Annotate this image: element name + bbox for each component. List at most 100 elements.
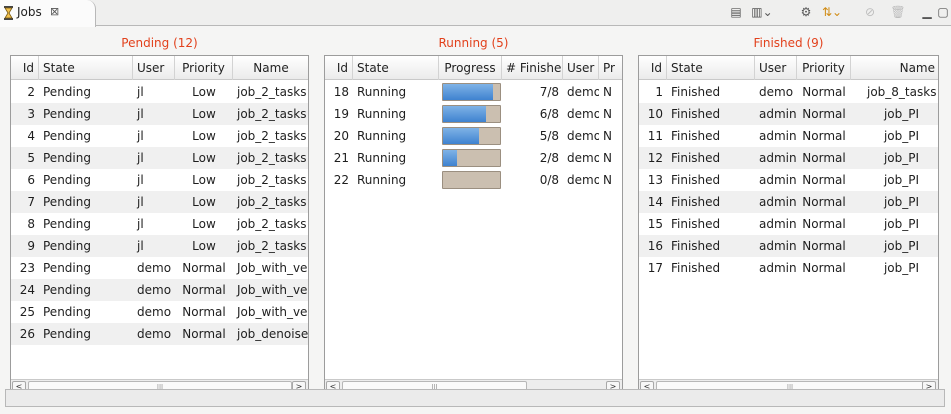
- column-header-id[interactable]: Id: [11, 56, 39, 80]
- cell-state: Pending: [43, 305, 91, 319]
- table-row[interactable]: 19 Running 6/8 demo N: [325, 103, 622, 125]
- table-row[interactable]: 5 Pending jl Low job_2_tasks: [11, 147, 308, 169]
- table-row[interactable]: 8 Pending jl Low job_2_tasks: [11, 213, 308, 235]
- cell-id: 8: [27, 217, 35, 231]
- running-title: Running (5): [438, 36, 509, 50]
- column-header-user[interactable]: User: [563, 56, 599, 80]
- cell-id: 23: [19, 261, 35, 275]
- view-options-icon[interactable]: ▤: [727, 3, 745, 21]
- table-row[interactable]: 16 Finished admin Normal job_PI: [639, 235, 938, 257]
- cell-user: admin: [759, 195, 797, 209]
- tab-title: Jobs: [17, 5, 42, 19]
- column-header-name[interactable]: Name: [233, 56, 308, 80]
- table-row[interactable]: 25 Pending demo Normal Job_with_veri: [11, 301, 308, 323]
- table-row[interactable]: 3 Pending jl Low job_2_tasks: [11, 103, 308, 125]
- kill-job-icon[interactable]: ⊘: [861, 3, 879, 21]
- cell-name: job_2_tasks: [237, 129, 307, 143]
- cell-name: job_PI: [883, 151, 920, 165]
- cell-state: Running: [357, 85, 407, 99]
- column-header-id[interactable]: Id: [325, 56, 353, 80]
- cell-name: job_PI: [883, 195, 920, 209]
- column-header-user[interactable]: User: [755, 56, 797, 80]
- cell-name: job_PI: [883, 129, 920, 143]
- table-row[interactable]: 10 Finished admin Normal job_PI: [639, 103, 938, 125]
- column-header-state[interactable]: State: [353, 56, 439, 80]
- table-row[interactable]: 15 Finished admin Normal job_PI: [639, 213, 938, 235]
- table-row[interactable]: 11 Finished admin Normal job_PI: [639, 125, 938, 147]
- delete-icon[interactable]: 🗑: [889, 3, 907, 21]
- cell-state: Pending: [43, 173, 91, 187]
- cell-pr: N: [603, 151, 612, 165]
- cell-priority: Low: [192, 173, 216, 187]
- cell-user: demo: [567, 107, 599, 121]
- close-tab-icon[interactable]: ⊠: [50, 5, 59, 18]
- table-row[interactable]: 9 Pending jl Low job_2_tasks: [11, 235, 308, 257]
- table-row[interactable]: 22 Running 0/8 demo N: [325, 169, 622, 191]
- running-jobs-table[interactable]: Id State Progress # Finishe User Pr 18 Running 7…: [324, 55, 623, 394]
- layout-menu-icon[interactable]: ▥⌄: [751, 3, 772, 21]
- cell-state: Pending: [43, 327, 91, 341]
- cell-finished: 6/8: [539, 107, 559, 121]
- column-header-name[interactable]: Name: [851, 56, 938, 80]
- pending-jobs-table[interactable]: Id State User Priority Name 2 Pending jl Low job_…: [10, 55, 309, 394]
- cell-id: 11: [647, 129, 663, 143]
- table-row[interactable]: 24 Pending demo Normal Job_with_veri: [11, 279, 308, 301]
- table-row[interactable]: 21 Running 2/8 demo N: [325, 147, 622, 169]
- table-row[interactable]: 1 Finished demo Normal job_8_tasks: [639, 81, 938, 103]
- scheduler-icon[interactable]: ⚙: [797, 3, 815, 21]
- priority-icon[interactable]: ⇅⌄: [822, 3, 842, 21]
- cell-user: demo: [567, 151, 599, 165]
- cell-state: Finished: [671, 239, 721, 253]
- table-row[interactable]: 20 Running 5/8 demo N: [325, 125, 622, 147]
- table-row[interactable]: 17 Finished admin Normal job_PI: [639, 257, 938, 279]
- table-row[interactable]: 13 Finished admin Normal job_PI: [639, 169, 938, 191]
- column-header-pr[interactable]: Pr: [599, 56, 622, 80]
- column-header-state[interactable]: State: [667, 56, 755, 80]
- cell-state: Pending: [43, 261, 91, 275]
- table-row[interactable]: 14 Finished admin Normal job_PI: [639, 191, 938, 213]
- cell-name: job_denoise: [237, 327, 309, 341]
- progress-bar: [442, 127, 501, 145]
- cell-pr: N: [603, 107, 612, 121]
- table-row[interactable]: 7 Pending jl Low job_2_tasks: [11, 191, 308, 213]
- cell-name: job_PI: [883, 239, 920, 253]
- column-header-finished[interactable]: # Finishe: [502, 56, 563, 80]
- table-row[interactable]: 23 Pending demo Normal Job_with_veri: [11, 257, 308, 279]
- cell-id: 1: [655, 85, 663, 99]
- column-header-id[interactable]: Id: [639, 56, 667, 80]
- running-panel: Running (5) Id State Progress # Finishe User…: [324, 30, 623, 394]
- cell-user: demo: [759, 85, 794, 99]
- cell-name: job_2_tasks: [237, 151, 307, 165]
- cell-id: 13: [647, 173, 663, 187]
- cell-name: job_PI: [883, 261, 920, 275]
- table-row[interactable]: 12 Finished admin Normal job_PI: [639, 147, 938, 169]
- table-row[interactable]: 6 Pending jl Low job_2_tasks: [11, 169, 308, 191]
- table-row[interactable]: 2 Pending jl Low job_2_tasks: [11, 81, 308, 103]
- cell-state: Finished: [671, 195, 721, 209]
- cell-priority: Normal: [182, 305, 226, 319]
- jobs-tab[interactable]: Jobs ⊠: [0, 0, 96, 27]
- cell-id: 21: [333, 151, 349, 165]
- cell-name: job_2_tasks: [237, 239, 307, 253]
- cell-state: Finished: [671, 107, 721, 121]
- cell-id: 18: [333, 85, 349, 99]
- cell-user: demo: [137, 305, 172, 319]
- cell-id: 17: [647, 261, 663, 275]
- cell-user: demo: [567, 85, 599, 99]
- cell-priority: Normal: [802, 239, 846, 253]
- table-row[interactable]: 18 Running 7/8 demo N: [325, 81, 622, 103]
- finished-jobs-table[interactable]: Id State User Priority Name 1 Finished demo Norm…: [638, 55, 939, 394]
- column-header-progress[interactable]: Progress: [439, 56, 502, 80]
- column-header-priority[interactable]: Priority: [175, 56, 233, 80]
- cell-name: job_2_tasks: [237, 195, 307, 209]
- table-row[interactable]: 26 Pending demo Normal job_denoise: [11, 323, 308, 345]
- column-header-user[interactable]: User: [133, 56, 175, 80]
- table-row[interactable]: 4 Pending jl Low job_2_tasks: [11, 125, 308, 147]
- cell-state: Pending: [43, 195, 91, 209]
- cell-pr: N: [603, 173, 612, 187]
- cell-user: jl: [137, 85, 144, 99]
- maximize-icon[interactable]: ▢: [934, 3, 951, 21]
- progress-bar: [442, 83, 501, 101]
- column-header-state[interactable]: State: [39, 56, 133, 80]
- column-header-priority[interactable]: Priority: [797, 56, 851, 80]
